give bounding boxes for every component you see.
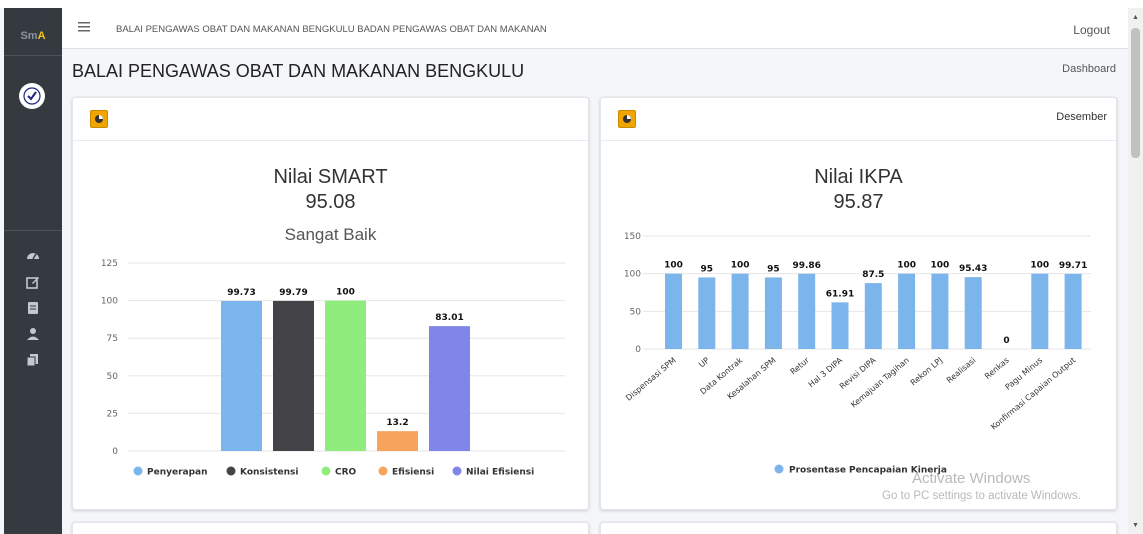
logo-text: Sm — [20, 29, 38, 42]
legend-marker — [321, 466, 331, 476]
legend-marker — [774, 464, 784, 474]
x-tick-label: UP — [697, 356, 711, 370]
bar — [1064, 273, 1082, 349]
bar — [1031, 273, 1049, 349]
data-label: 0 — [1003, 336, 1009, 346]
legend-item: CRO — [335, 468, 357, 478]
sidebar: Sm A — [4, 8, 62, 534]
sidebar-nav — [23, 246, 43, 376]
smart-card: Nilai SMART 95.08 Sangat Baik 0 25 50 75 100… — [72, 97, 589, 510]
legend-item: Efisiensi — [392, 468, 434, 478]
copy-icon[interactable] — [23, 350, 43, 370]
y-tick-label: 75 — [107, 334, 118, 344]
y-tick-label: 125 — [101, 259, 118, 269]
bottom-card-left — [72, 522, 589, 534]
y-tick-label: 0 — [112, 447, 118, 457]
browser-top-strip — [0, 0, 1143, 8]
ikpa-bar-chart: 050100150100Dispensasi SPM95UP100Data Ko… — [624, 232, 1091, 476]
top-navbar: BALAI PENGAWAS OBAT DAN MAKANAN BENGKULU… — [62, 8, 1128, 49]
bar — [931, 273, 949, 349]
book-icon[interactable] — [23, 298, 43, 318]
y-tick-label: 100 — [624, 270, 641, 280]
y-tick-label: 25 — [107, 409, 118, 419]
data-label: 83.01 — [435, 313, 463, 323]
y-tick-label: 50 — [107, 372, 119, 382]
data-label: 100 — [731, 261, 750, 271]
data-label: 100 — [1030, 261, 1049, 271]
bar — [665, 273, 682, 349]
bar — [429, 326, 470, 451]
user-icon[interactable] — [23, 324, 43, 344]
bar — [798, 273, 816, 349]
data-label: 99.86 — [792, 261, 820, 271]
user-avatar[interactable] — [19, 83, 45, 109]
breadcrumb[interactable]: Dashboard — [1062, 63, 1116, 75]
legend-marker — [133, 466, 143, 476]
x-tick-label: Kemajuan Tagihan — [849, 356, 911, 410]
legend-item: Penyerapan — [147, 468, 208, 478]
data-label: 95.43 — [959, 264, 987, 274]
data-label: 100 — [336, 288, 355, 298]
app-logo[interactable]: Sm A — [4, 16, 62, 56]
data-label: 61.91 — [826, 289, 854, 299]
x-tick-label: Dispensasi SPM — [624, 356, 678, 403]
bar — [864, 283, 882, 349]
data-label: 99.79 — [279, 288, 307, 298]
data-label: 99.73 — [227, 288, 255, 298]
scroll-up-icon[interactable]: ▲ — [1132, 14, 1139, 21]
y-tick-label: 150 — [624, 232, 641, 242]
x-tick-label: Rekon LPJ — [909, 356, 944, 388]
legend-item: Konsistensi — [240, 468, 298, 478]
bar — [831, 302, 849, 349]
bar — [898, 273, 916, 349]
data-label: 100 — [897, 261, 916, 271]
y-tick-label: 100 — [101, 297, 118, 307]
scroll-thumb[interactable] — [1131, 28, 1140, 158]
legend-marker — [378, 466, 388, 476]
logout-link[interactable]: Logout — [1073, 23, 1110, 37]
data-label: 95 — [767, 264, 780, 274]
bottom-card-right — [600, 522, 1117, 534]
x-tick-label: Realisasi — [945, 356, 978, 385]
data-label: 100 — [931, 261, 950, 271]
data-label: 99.71 — [1059, 261, 1087, 271]
data-label: 13.2 — [386, 418, 408, 428]
activation-watermark-title: Activate Windows — [912, 470, 1031, 487]
vertical-scrollbar[interactable]: ▲ ▼ — [1128, 8, 1143, 534]
legend-item: Nilai Efisiensi — [466, 468, 534, 478]
bar — [273, 300, 314, 451]
x-tick-label: Retur — [789, 355, 812, 376]
dashboard-icon[interactable] — [23, 246, 43, 266]
bar — [698, 277, 716, 349]
ikpa-card: Desember Nilai IKPA 95.87 0 50 100 150 100 Di… — [600, 97, 1117, 510]
check-badge-icon — [23, 87, 41, 105]
header-title: BALAI PENGAWAS OBAT DAN MAKANAN BENGKULU… — [116, 24, 547, 35]
page-title: BALAI PENGAWAS OBAT DAN MAKANAN BENGKULU — [72, 61, 525, 81]
sidebar-divider — [4, 230, 62, 231]
bar — [764, 277, 782, 349]
bar — [377, 431, 418, 451]
logo-text-accent: A — [37, 29, 46, 42]
scroll-down-icon[interactable]: ▼ — [1132, 522, 1139, 529]
y-tick-label: 0 — [635, 345, 641, 355]
menu-toggle-icon[interactable] — [78, 19, 92, 35]
legend-marker — [226, 466, 236, 476]
bar — [731, 273, 749, 349]
smart-bar-chart: 0 25 50 75 100 125 99.73 99.79 100 13.2 83.01 Penye… — [101, 259, 565, 478]
legend-marker — [452, 466, 462, 476]
activation-watermark-text: Go to PC settings to activate Windows. — [882, 490, 1081, 502]
edit-icon[interactable] — [23, 272, 43, 292]
data-label: 100 — [664, 261, 683, 271]
data-label: 95 — [701, 264, 714, 274]
data-label: 87.5 — [862, 270, 884, 280]
bar — [221, 301, 262, 451]
y-tick-label: 50 — [630, 307, 642, 317]
bar — [964, 277, 982, 349]
bar — [325, 300, 366, 451]
x-tick-label: Renkas — [983, 356, 1011, 381]
